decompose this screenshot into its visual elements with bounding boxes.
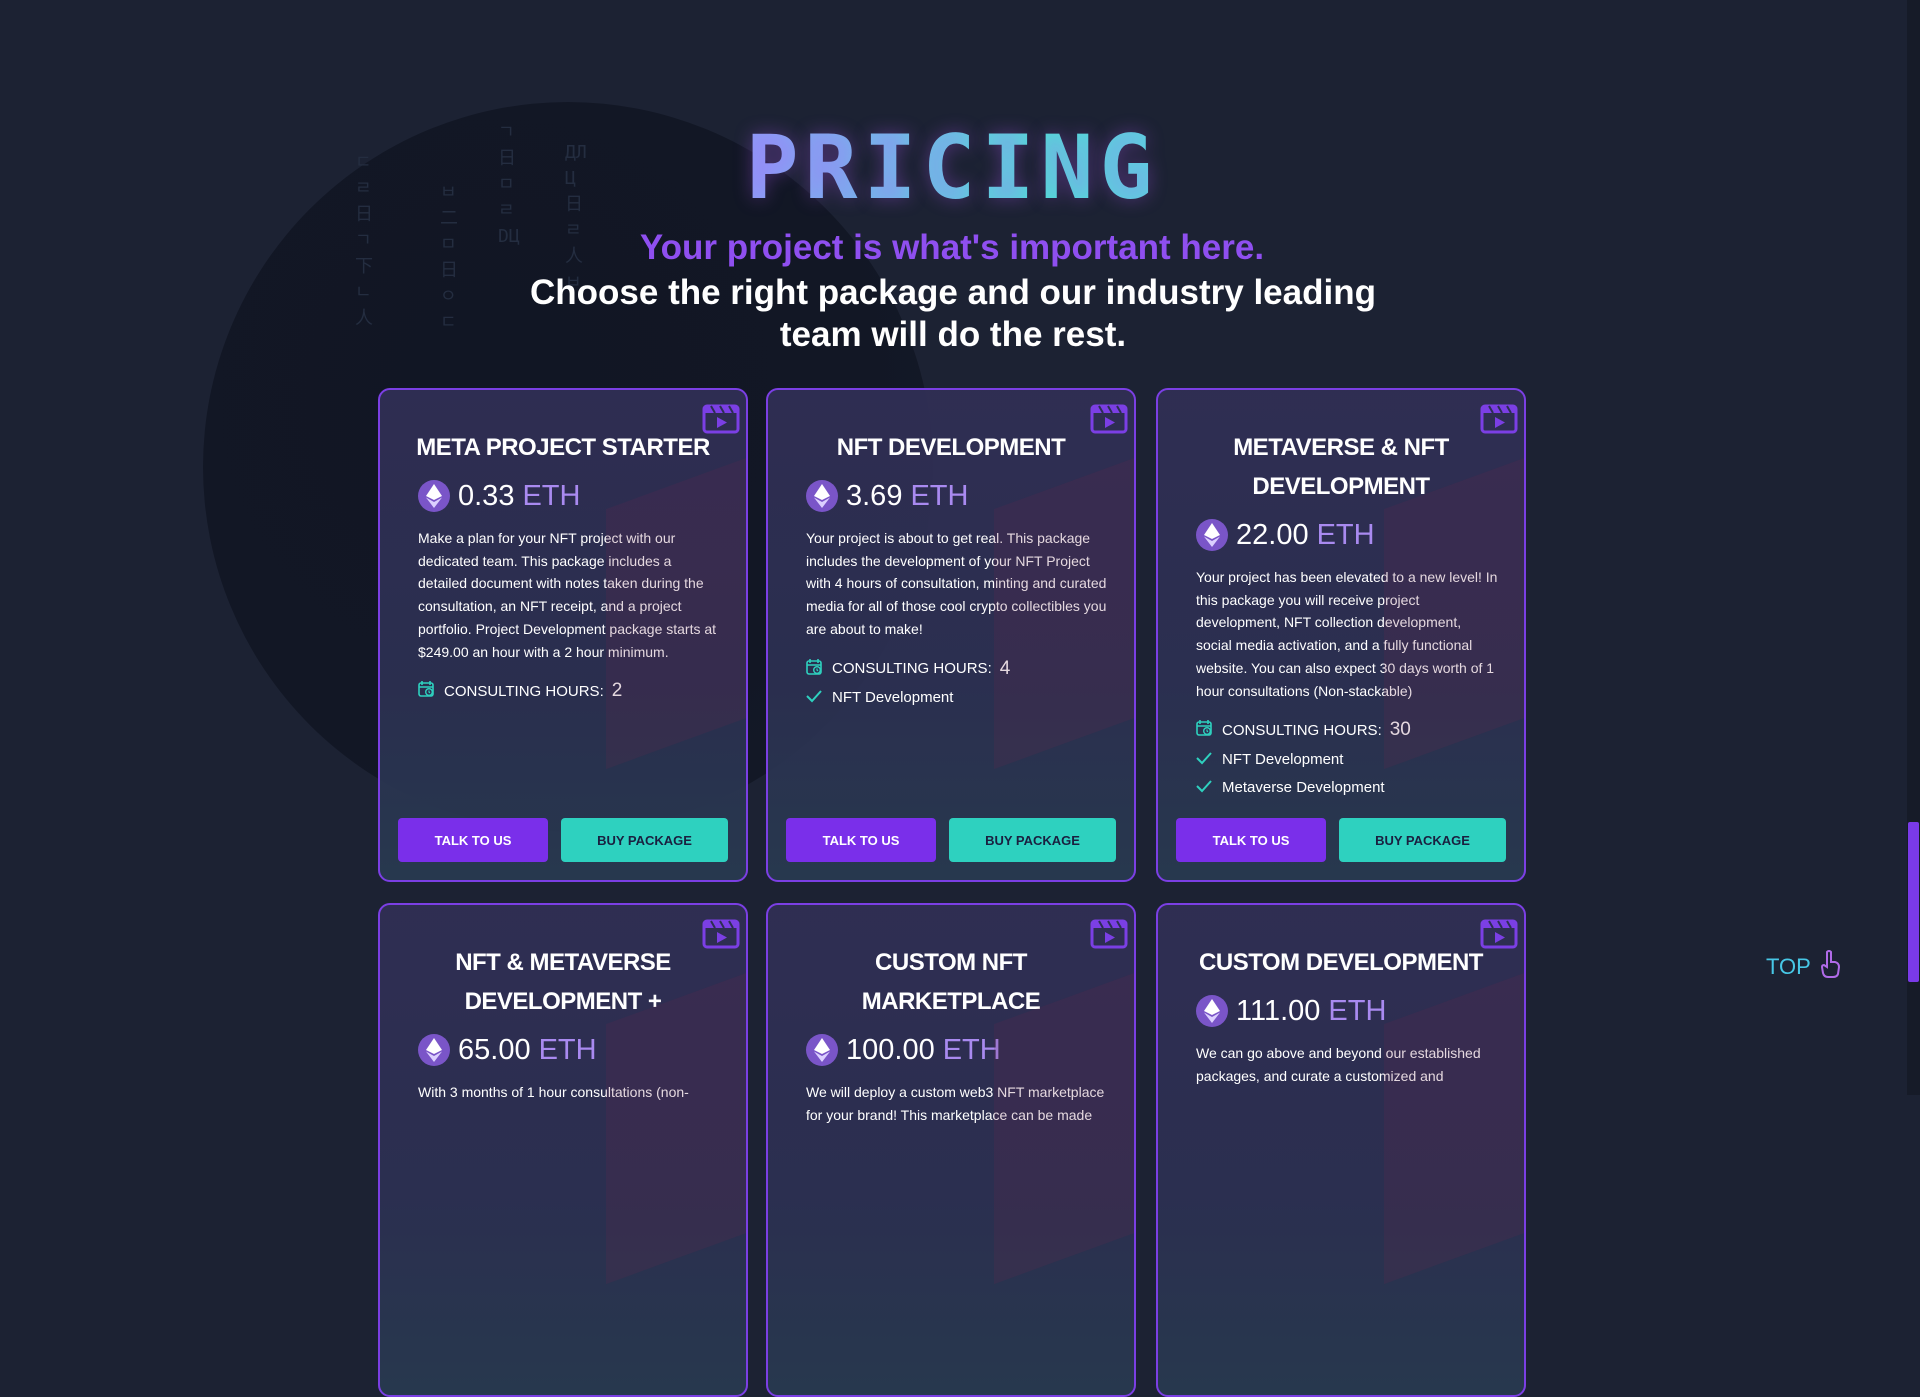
hours-label: CONSULTING HOURS: [1222, 721, 1382, 739]
scrollbar[interactable] [1907, 0, 1920, 1095]
back-to-top-link[interactable]: TOP [1766, 950, 1841, 984]
buy-package-button[interactable]: BUY PACKAGE [949, 818, 1116, 862]
talk-to-us-button[interactable]: TALK TO US [1176, 818, 1326, 862]
price-amount: 100.00 [846, 1033, 935, 1066]
checkmark-icon [806, 688, 822, 707]
hours-label: CONSULTING HOURS: [832, 660, 992, 678]
card-actions: TALK TO US BUY PACKAGE [1176, 818, 1506, 862]
video-play-icon [1480, 400, 1518, 434]
price-amount: 22.00 [1236, 518, 1309, 551]
feature-label: NFT Development [1222, 750, 1344, 768]
hours-label: CONSULTING HOURS: [444, 682, 604, 700]
price-unit: ETH [942, 1033, 1001, 1066]
buy-package-button[interactable]: BUY PACKAGE [1339, 818, 1506, 862]
top-label: TOP [1766, 954, 1811, 979]
video-play-icon [1090, 915, 1128, 949]
ethereum-icon [1196, 519, 1228, 551]
pricing-card: CUSTOM DEVELOPMENT 111.00 ETH We can go … [1156, 903, 1526, 1397]
calendar-clock-icon [1196, 719, 1214, 741]
ethereum-icon [1196, 995, 1228, 1027]
price-unit: ETH [538, 1033, 597, 1066]
subtitle-highlight: Your project is what's important here. [639, 228, 1265, 267]
checkmark-icon [1196, 778, 1212, 797]
ethereum-icon [806, 1034, 838, 1066]
price-amount: 3.69 [846, 479, 903, 512]
card-actions: TALK TO US BUY PACKAGE [398, 818, 728, 862]
price-amount: 0.33 [458, 479, 515, 512]
feature-item: Metaverse Development [1196, 774, 1524, 800]
card-title: CUSTOM DEVELOPMENT [1199, 949, 1483, 976]
ethereum-icon [806, 480, 838, 512]
video-play-icon [702, 400, 740, 434]
card-title: META PROJECT STARTER [416, 434, 710, 461]
card-title: NFT DEVELOPMENT [836, 434, 1066, 461]
talk-to-us-button[interactable]: TALK TO US [398, 818, 548, 862]
feature-list: NFT Development Metaverse Development [1158, 746, 1524, 800]
pricing-card: NFT & METAVERSE DEVELOPMENT + 65.00 ETH … [378, 903, 748, 1397]
feature-item: NFT Development [1196, 746, 1524, 772]
checkmark-icon [1196, 750, 1212, 769]
scrollbar-thumb[interactable] [1908, 822, 1919, 982]
price-unit: ETH [1328, 994, 1387, 1027]
video-play-icon [702, 915, 740, 949]
video-play-icon [1090, 400, 1128, 434]
calendar-clock-icon [806, 658, 824, 680]
price-amount: 111.00 [1236, 994, 1321, 1027]
page-title: PRICING [0, 118, 1904, 218]
ethereum-icon [418, 480, 450, 512]
pointing-hand-icon [1819, 950, 1841, 984]
feature-label: Metaverse Development [1222, 778, 1385, 796]
pricing-card: METAVERSE & NFT DEVELOPMENT 22.00 ETH Yo… [1156, 388, 1526, 882]
card-actions: TALK TO US BUY PACKAGE [786, 818, 1116, 862]
pricing-card: NFT DEVELOPMENT 3.69 ETH Your project is… [766, 388, 1136, 882]
pricing-card: META PROJECT STARTER 0.33 ETH Make a pla… [378, 388, 748, 882]
ethereum-icon [418, 1034, 450, 1066]
price-unit: ETH [910, 479, 969, 512]
talk-to-us-button[interactable]: TALK TO US [786, 818, 936, 862]
calendar-clock-icon [418, 680, 436, 702]
video-play-icon [1480, 915, 1518, 949]
price-unit: ETH [1316, 518, 1375, 551]
subtitle: Choose the right package and our industr… [530, 273, 1376, 354]
price-unit: ETH [522, 479, 581, 512]
feature-label: NFT Development [832, 689, 954, 707]
buy-package-button[interactable]: BUY PACKAGE [561, 818, 728, 862]
price-amount: 65.00 [458, 1033, 531, 1066]
pricing-card: CUSTOM NFT MARKETPLACE 100.00 ETH We wil… [766, 903, 1136, 1397]
